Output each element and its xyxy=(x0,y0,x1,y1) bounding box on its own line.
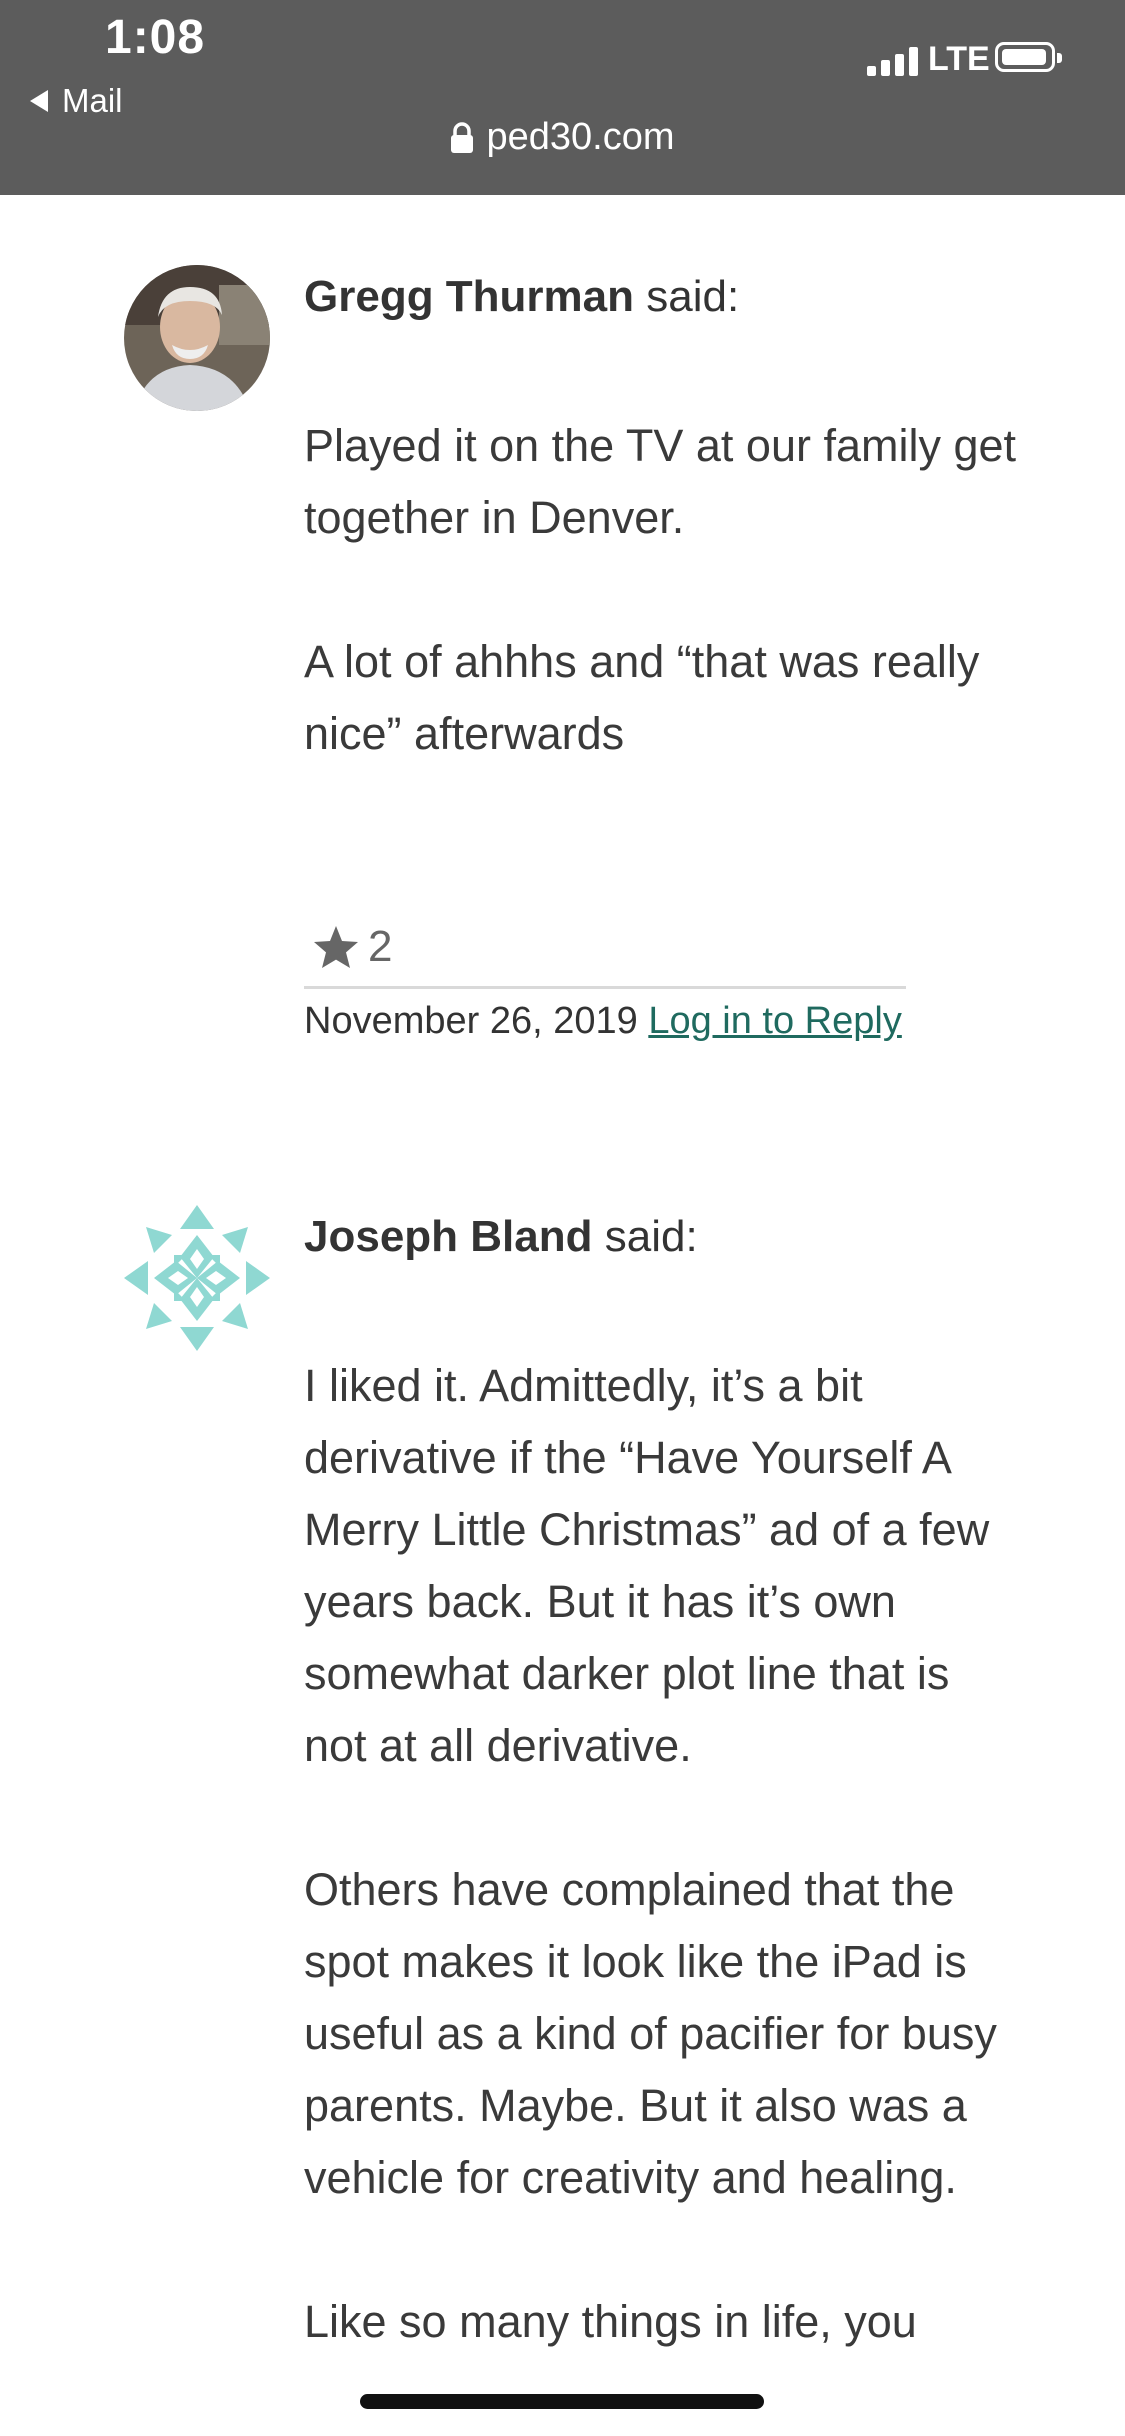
back-label: Mail xyxy=(62,82,123,119)
comment-author-name: Gregg Thurman xyxy=(304,272,635,321)
comment-body: Played it on the TV at our family get to… xyxy=(304,410,1024,842)
comment-paragraph: A lot of ahhhs and “that was really nice… xyxy=(304,636,980,759)
comment-author-line: Gregg Thurman said: xyxy=(304,272,739,322)
lock-icon xyxy=(450,121,474,154)
comment-said: said: xyxy=(646,272,740,321)
comment-paragraph: I liked it. Admittedly, it’s a bit deriv… xyxy=(304,1360,990,1771)
rating-count: 2 xyxy=(368,922,393,971)
network-type: LTE xyxy=(928,40,990,78)
comment-author-line: Joseph Bland said: xyxy=(304,1212,698,1262)
status-bar: 1:08 Mail LTE ped30.com xyxy=(0,0,1125,195)
login-to-reply-link[interactable]: Log in to Reply xyxy=(648,1000,902,1042)
status-time: 1:08 xyxy=(105,11,206,64)
comment-paragraph: Played it on the TV at our family get to… xyxy=(304,420,1017,543)
comment-body: I liked it. Admittedly, it’s a bit deriv… xyxy=(304,1350,1024,2430)
home-indicator[interactable] xyxy=(360,2394,764,2409)
comment-date: November 26, 2019 xyxy=(304,1000,638,1042)
url-bar[interactable]: ped30.com xyxy=(0,116,1125,159)
comment-author-name: Joseph Bland xyxy=(304,1212,593,1261)
back-triangle-icon xyxy=(30,90,48,112)
avatar xyxy=(124,1205,270,1351)
star-icon xyxy=(314,926,358,968)
comment-meta: November 26, 2019 Log in to Reply xyxy=(304,1000,902,1043)
comment-paragraph: Others have complained that the spot mak… xyxy=(304,1864,997,2203)
avatar xyxy=(124,265,270,411)
back-to-mail-button[interactable]: Mail xyxy=(30,82,123,120)
battery-icon xyxy=(995,42,1062,72)
comment-said: said: xyxy=(604,1212,698,1261)
comment-rating[interactable]: 2 xyxy=(312,922,392,972)
comment-paragraph: Like so many things in life, you xyxy=(304,2296,917,2347)
signal-bars-icon xyxy=(867,46,921,76)
divider xyxy=(304,986,906,989)
url-text: ped30.com xyxy=(486,116,675,158)
